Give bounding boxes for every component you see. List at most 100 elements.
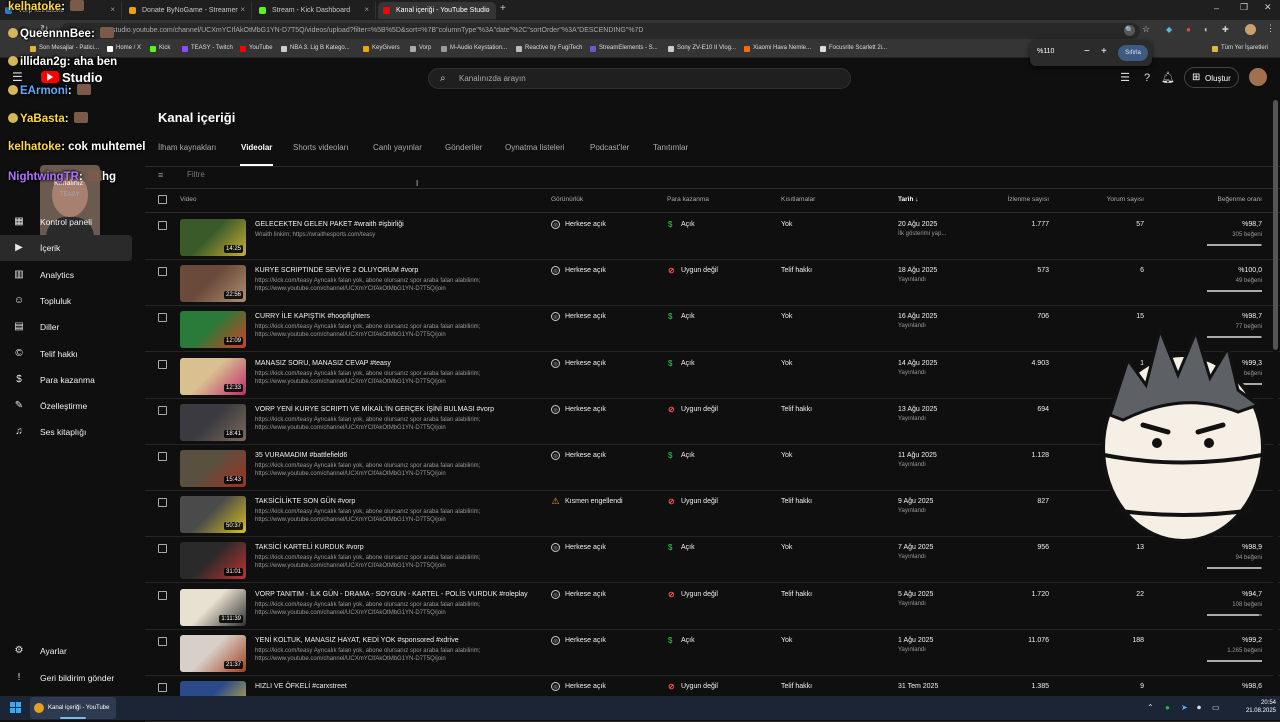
video-title[interactable]: MANASIZ SORU, MANASIZ CEVAP #teasy — [255, 360, 391, 367]
taskbar-clock[interactable]: 20:54 21.08.2025 — [1224, 699, 1276, 715]
monetization-status[interactable]: $ Açık — [667, 220, 695, 229]
visibility-status[interactable]: ◎ Herkese açık — [551, 266, 606, 276]
column-date[interactable]: Tarih ↓ — [898, 196, 918, 203]
account-avatar[interactable] — [1249, 68, 1267, 86]
content-tab[interactable]: Shorts videoları — [293, 143, 349, 152]
row-checkbox[interactable] — [158, 636, 167, 646]
row-checkbox[interactable] — [158, 544, 167, 554]
network-icon[interactable]: ▭ — [1212, 703, 1220, 712]
restriction-status[interactable]: Yok — [781, 313, 792, 320]
monetization-status[interactable]: ⊘ Uygun değil — [667, 405, 718, 414]
video-row[interactable]: 21:37 YENİ KOLTUK, MANASIZ HAYAT, KEDİ YO… — [145, 630, 1280, 676]
video-title[interactable]: KURYE SCRIPTINDE SEVİYE 2 OLUYORUM #vorp — [255, 267, 418, 274]
sidebar-item[interactable]: ⚙ Ayarlar — [0, 638, 140, 664]
sidebar-item[interactable]: ! Geri bildirim gönder — [0, 665, 140, 691]
profile-avatar[interactable] — [1245, 24, 1256, 35]
browser-tab[interactable]: Kanal içeriği - YouTube Studio × — [378, 2, 496, 19]
monetization-status[interactable]: ⊘ Uygun değil — [667, 497, 718, 506]
zoom-reset-button[interactable]: Sıfırla — [1118, 45, 1148, 61]
video-thumbnail[interactable]: 12:33 — [180, 357, 246, 395]
row-checkbox[interactable] — [158, 498, 167, 508]
row-checkbox[interactable] — [158, 267, 167, 277]
zoom-in-button[interactable]: + — [1101, 46, 1107, 57]
bookmark-item[interactable]: StreamElements - S... — [590, 45, 658, 52]
sidebar-item[interactable]: © Telif hakkı — [0, 341, 140, 367]
content-tab[interactable]: Podcast'ler — [590, 143, 629, 152]
video-title[interactable]: 35 VURAMADIM #battlefield6 — [255, 452, 347, 459]
content-scrollbar[interactable] — [1273, 98, 1278, 696]
visibility-status[interactable]: ⚠ Kısmen engellendi — [551, 497, 622, 506]
close-tab-icon[interactable]: × — [484, 5, 489, 14]
zoom-icon[interactable]: 🔍 — [1124, 25, 1135, 36]
close-tab-icon[interactable]: × — [110, 5, 115, 14]
restriction-status[interactable]: Yok — [781, 221, 792, 228]
filter-input[interactable]: Filtre — [187, 170, 205, 179]
restriction-status[interactable]: Yok — [781, 452, 792, 459]
column-views[interactable]: İzlenme sayısı — [985, 196, 1049, 203]
scrollbar-thumb[interactable] — [1273, 100, 1278, 350]
monetization-status[interactable]: $ Açık — [667, 543, 695, 552]
extension-icon[interactable]: ◆ — [1166, 25, 1172, 34]
extension-icon[interactable]: ◐ — [1204, 25, 1209, 34]
windows-start-icon[interactable] — [10, 702, 21, 713]
video-row[interactable]: 31:01 TAKSİCİ KARTELİ KURDUK #vorp https:/… — [145, 537, 1280, 584]
video-thumbnail[interactable]: 22:56 — [180, 265, 246, 303]
sidebar-item[interactable]: ▦ Kontrol paneli — [0, 209, 140, 235]
bookmark-item[interactable]: NBA 3. Lig B Katego... — [281, 45, 350, 52]
spotify-icon[interactable]: ● — [1165, 703, 1170, 712]
bookmark-item[interactable]: Son Mesajlar - Patici... — [30, 45, 99, 52]
visibility-status[interactable]: ◎ Herkese açık — [551, 404, 606, 414]
microphone-icon[interactable]: ⏺ — [1197, 703, 1201, 713]
monetization-status[interactable]: ⊘ Uygun değil — [667, 266, 718, 275]
column-restrictions[interactable]: Kısıtlamalar — [781, 196, 815, 203]
video-title[interactable]: YENİ KOLTUK, MANASIZ HAYAT, KEDİ YOK #sp… — [255, 637, 459, 644]
sidebar-item[interactable]: ♫ Ses kitaplığı — [0, 419, 140, 445]
video-row[interactable]: 1:11:39 VORP TANITIM - İLK GÜN - DRAMA - … — [145, 584, 1280, 630]
restriction-status[interactable]: Yok — [781, 360, 792, 367]
sidebar-item[interactable]: ▶ İçerik — [0, 235, 132, 262]
video-thumbnail[interactable]: 18:41 — [180, 403, 246, 441]
restriction-status[interactable]: Telif hakkı — [781, 498, 812, 505]
visibility-status[interactable]: ◎ Herkese açık — [551, 358, 606, 368]
extensions-puzzle-icon[interactable]: ✚ — [1222, 25, 1229, 34]
sidebar-item[interactable]: ▥ Analytics — [0, 262, 140, 288]
filter-icon[interactable]: ≡ — [158, 170, 163, 180]
bookmark-item[interactable]: Focusrite Scarlett 2i... — [820, 45, 887, 52]
video-thumbnail[interactable]: 21:37 — [180, 634, 246, 672]
monetization-status[interactable]: ⊘ Uygun değil — [667, 682, 718, 691]
sidebar-item[interactable]: ✎ Özelleştirme — [0, 393, 140, 419]
restriction-status[interactable]: Yok — [781, 637, 792, 644]
video-row[interactable]: 22:56 KURYE SCRIPTINDE SEVİYE 2 OLUYORUM … — [145, 260, 1280, 307]
visibility-status[interactable]: ◎ Herkese açık — [551, 451, 606, 460]
sidebar-item[interactable]: ☺ Topluluk — [0, 288, 140, 314]
row-checkbox[interactable] — [158, 452, 167, 461]
bookmark-item[interactable]: Xiaomi Hava Nemle... — [744, 45, 811, 52]
select-all-checkbox[interactable] — [158, 195, 167, 204]
bookmark-item[interactable]: Kick — [150, 45, 170, 52]
video-title[interactable]: TAKSİCİLİKTE SON GÜN #vorp — [255, 498, 355, 505]
tray-chevron-icon[interactable]: ⌃ — [1147, 703, 1154, 712]
row-checkbox[interactable] — [158, 590, 167, 600]
content-tab[interactable]: Canlı yayınlar — [373, 143, 422, 152]
browser-tab[interactable]: Donate ByNoGame - Streamer × — [124, 2, 252, 19]
maximize-icon[interactable]: ❐ — [1240, 2, 1248, 13]
close-tab-icon[interactable]: × — [364, 5, 369, 14]
visibility-status[interactable]: ◎ Herkese açık — [551, 312, 606, 322]
video-thumbnail[interactable]: 15:43 — [180, 450, 246, 487]
row-checkbox[interactable] — [158, 221, 167, 230]
video-title[interactable]: VORP TANITIM - İLK GÜN - DRAMA - SOYGUN … — [255, 591, 528, 598]
bookmark-item[interactable]: KeyGivers — [363, 45, 400, 52]
close-window-icon[interactable]: ✕ — [1264, 2, 1272, 13]
bookmark-star-icon[interactable]: ☆ — [1142, 24, 1150, 35]
column-monetization[interactable]: Para kazanma — [667, 196, 709, 203]
visibility-status[interactable]: ◎ Herkese açık — [551, 589, 606, 599]
content-tab[interactable]: Videolar — [241, 143, 272, 152]
all-bookmarks[interactable]: Tüm Yer İşaretleri — [1212, 45, 1268, 52]
sidebar-item[interactable]: ▤ Diller — [0, 314, 140, 340]
video-title[interactable]: GELECEKTEN GELEN PAKET #wraith #işbirliğ… — [255, 221, 404, 228]
row-checkbox[interactable] — [158, 359, 167, 369]
bookmark-item[interactable]: Vorp — [410, 45, 431, 52]
video-title[interactable]: VORP YENİ KURYE SCRIPTI VE MİKAİL'İN GER… — [255, 406, 494, 413]
visibility-status[interactable]: ◎ Herkese açık — [551, 682, 606, 691]
content-tab[interactable]: Oynatma listeleri — [505, 143, 565, 152]
